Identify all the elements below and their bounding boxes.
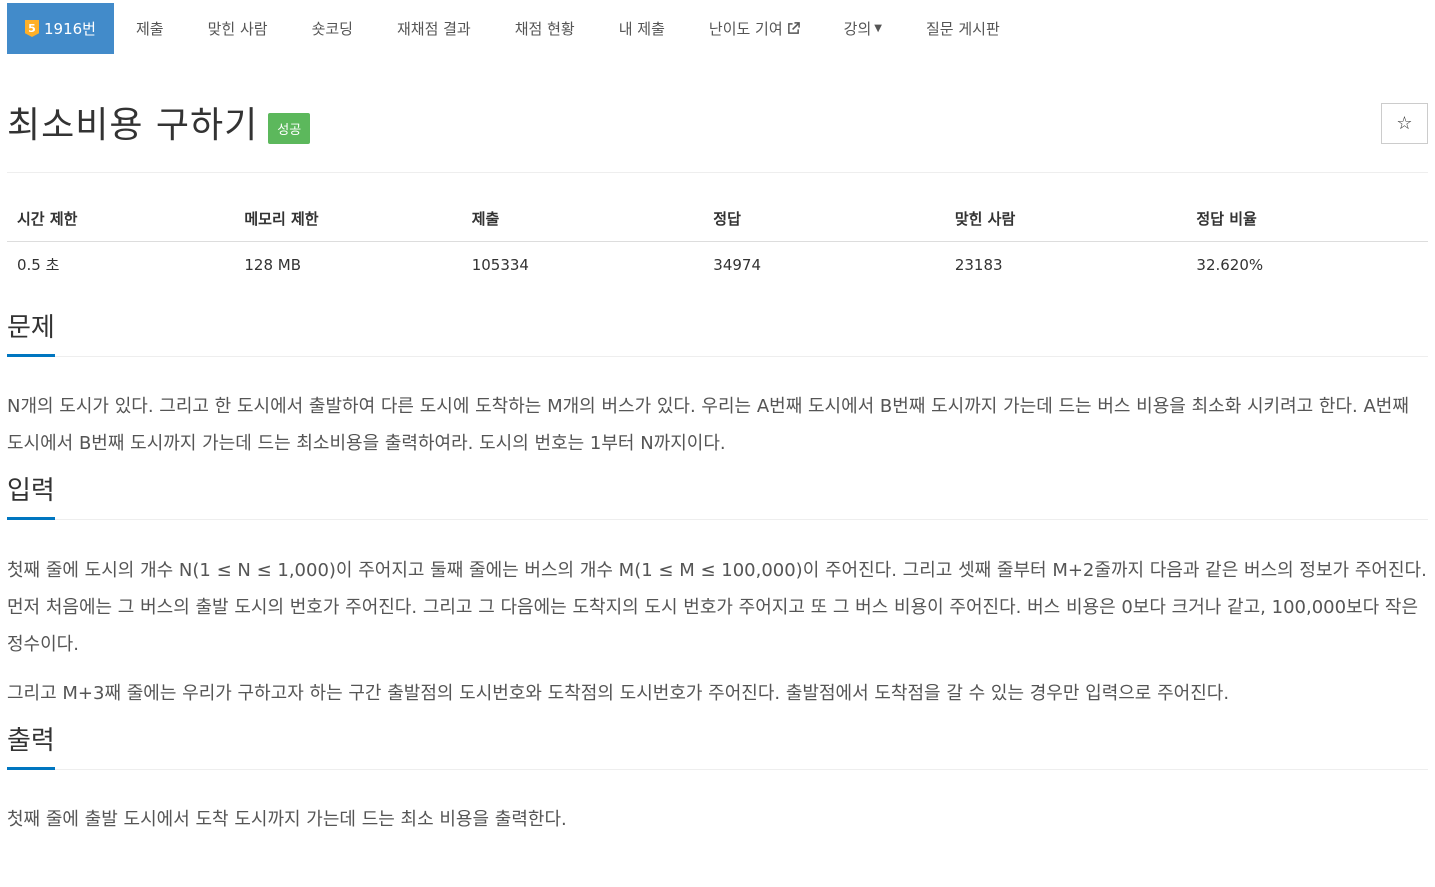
star-icon: ☆	[1396, 113, 1413, 134]
header-accept-rate: 정답 비율	[1186, 200, 1428, 242]
header-time-limit: 시간 제한	[7, 200, 235, 242]
caret-down-icon: ▼	[874, 23, 882, 34]
tab-question-board[interactable]: 질문 게시판	[904, 3, 1022, 54]
tab-my-submissions-label: 내 제출	[618, 20, 665, 38]
table-row: 0.5 초 128 MB 105334 34974 23183 32.620%	[7, 242, 1428, 288]
tab-difficulty-contribution[interactable]: 난이도 기여	[687, 3, 822, 54]
tab-my-submissions[interactable]: 내 제출	[597, 3, 687, 54]
value-submissions: 105334	[471, 255, 529, 274]
value-solved-users: 23183	[954, 255, 1003, 274]
problem-nav-tabs: 5 1916번 제출 맞힌 사람 숏코딩 재채점 결과 채점 현황 내 제출 난…	[7, 3, 1428, 54]
section-description-head: 문제	[7, 313, 1428, 357]
problem-info-table: 시간 제한 메모리 제한 제출 정답 맞힌 사람 정답 비율 0.5 초 128…	[7, 200, 1428, 287]
tab-lectures-dropdown[interactable]: 강의 ▼	[822, 3, 904, 54]
input-paragraph-1: 첫째 줄에 도시의 개수 N(1 ≤ N ≤ 1,000)이 주어지고 둘째 줄…	[7, 560, 1427, 655]
value-memory-limit: 128 MB	[244, 255, 301, 274]
section-output-body: 첫째 줄에 출발 도시에서 도착 도시까지 가는데 드는 최소 비용을 출력한다…	[7, 770, 1428, 838]
tab-lectures-label: 강의	[843, 20, 872, 38]
favorite-star-button[interactable]: ☆	[1381, 103, 1428, 144]
tab-solved-users-label: 맞힌 사람	[207, 20, 268, 38]
tab-short-coding[interactable]: 숏코딩	[290, 3, 375, 54]
section-description-body: N개의 도시가 있다. 그리고 한 도시에서 출발하여 다른 도시에 도착하는 …	[7, 357, 1428, 462]
value-accepted: 34974	[713, 255, 761, 274]
output-paragraph: 첫째 줄에 출발 도시에서 도착 도시까지 가는데 드는 최소 비용을 출력한다…	[7, 809, 567, 830]
section-description: 문제 N개의 도시가 있다. 그리고 한 도시에서 출발하여 다른 도시에 도착…	[7, 313, 1428, 462]
tab-solved-users[interactable]: 맞힌 사람	[186, 3, 290, 54]
tab-submit[interactable]: 제출	[114, 3, 186, 54]
problem-title: 최소비용 구하기	[7, 105, 259, 146]
section-input-body: 첫째 줄에 도시의 개수 N(1 ≤ N ≤ 1,000)이 주어지고 둘째 줄…	[7, 520, 1428, 712]
tab-submit-label: 제출	[135, 20, 164, 38]
section-output: 출력 첫째 줄에 출발 도시에서 도착 도시까지 가는데 드는 최소 비용을 출…	[7, 726, 1428, 838]
section-input: 입력 첫째 줄에 도시의 개수 N(1 ≤ N ≤ 1,000)이 주어지고 둘…	[7, 476, 1428, 712]
header-submissions: 제출	[461, 200, 704, 242]
problem-header: 최소비용 구하기 성공 ☆	[7, 54, 1428, 173]
input-paragraph-2: 그리고 M+3째 줄에는 우리가 구하고자 하는 구간 출발점의 도시번호와 도…	[7, 683, 1230, 704]
header-memory-limit: 메모리 제한	[234, 200, 462, 242]
tab-judge-status[interactable]: 채점 현황	[493, 3, 597, 54]
value-time-limit: 0.5 초	[17, 256, 60, 274]
status-badge: 성공	[268, 112, 311, 144]
section-input-title: 입력	[7, 470, 55, 520]
description-paragraph: N개의 도시가 있다. 그리고 한 도시에서 출발하여 다른 도시에 도착하는 …	[7, 396, 1409, 454]
tab-problem-label: 1916번	[44, 20, 96, 38]
header-solved-users: 맞힌 사람	[944, 200, 1187, 242]
tier-badge-icon: 5	[25, 20, 39, 37]
tab-question-board-label: 질문 게시판	[925, 20, 1000, 38]
tab-judge-status-label: 채점 현황	[514, 20, 575, 38]
section-description-title: 문제	[7, 307, 55, 357]
tab-rejudge-results-label: 재채점 결과	[396, 20, 471, 38]
section-input-head: 입력	[7, 476, 1428, 520]
section-output-head: 출력	[7, 726, 1428, 770]
tab-short-coding-label: 숏코딩	[311, 20, 353, 38]
problem-title-group: 최소비용 구하기 성공	[7, 96, 311, 148]
tab-rejudge-results[interactable]: 재채점 결과	[375, 3, 493, 54]
table-header-row: 시간 제한 메모리 제한 제출 정답 맞힌 사람 정답 비율	[7, 200, 1428, 242]
value-accept-rate: 32.620%	[1196, 255, 1264, 274]
problem-page: 5 1916번 제출 맞힌 사람 숏코딩 재채점 결과 채점 현황 내 제출 난…	[0, 3, 1435, 887]
section-output-title: 출력	[7, 720, 55, 770]
tab-difficulty-contribution-label: 난이도 기여	[708, 20, 783, 38]
tab-problem[interactable]: 5 1916번	[7, 3, 114, 54]
header-accepted: 정답	[703, 200, 945, 242]
external-link-icon	[787, 22, 800, 35]
